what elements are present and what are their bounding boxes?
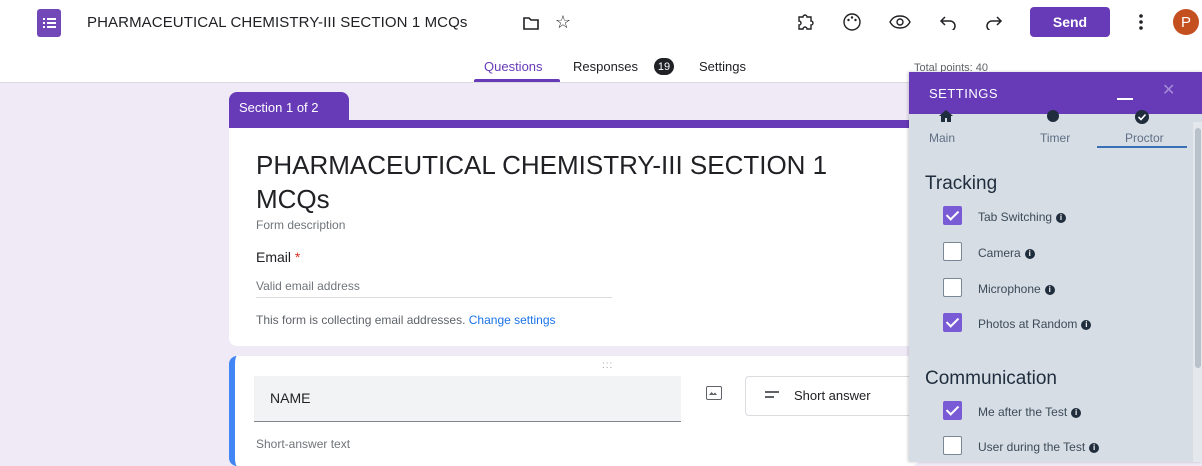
preview-eye-icon[interactable] [889,11,911,33]
folder-icon[interactable] [523,15,539,31]
tab-switching-checkbox[interactable] [943,206,962,225]
camera-text: Camera [978,246,1021,260]
add-image-icon[interactable] [706,386,722,400]
camera-label: Camera i [978,246,1035,260]
form-description[interactable]: Form description [256,218,345,232]
drag-handle[interactable]: ::: [602,360,613,371]
collecting-notice: This form is collecting email addresses.… [256,313,556,327]
me-after-test-checkbox[interactable] [943,401,962,420]
info-icon[interactable]: i [1024,248,1035,259]
me-after-test-text: Me after the Test [978,405,1068,419]
document-title[interactable]: PHARMACEUTICAL CHEMISTRY-III SECTION 1 M… [87,14,467,31]
short-answer-placeholder: Short-answer text [256,437,351,451]
settings-tab-timer[interactable]: Timer [1040,131,1070,145]
photos-at-random-text: Photos at Random [978,317,1078,331]
microphone-text: Microphone [978,282,1041,296]
more-options-icon[interactable] [1135,10,1147,34]
info-icon[interactable]: i [1081,319,1092,330]
collecting-text: This form is collecting email addresses. [256,313,466,327]
user-during-test-text: User during the Test [978,440,1086,454]
me-after-test-label: Me after the Test i [978,405,1082,419]
info-icon[interactable] [1047,110,1059,125]
responses-count-badge: 19 [654,58,674,75]
info-icon[interactable]: i [1056,212,1067,223]
email-field-underline [256,297,612,298]
active-tab-indicator [474,79,560,82]
short-answer-icon [765,391,779,400]
info-icon[interactable]: i [1071,407,1082,418]
communication-heading: Communication [925,368,1057,389]
settings-tab-main[interactable]: Main [929,131,955,145]
user-during-test-checkbox[interactable] [943,436,962,455]
check-circle-icon[interactable] [1135,110,1149,127]
active-settings-tab-indicator [1097,146,1187,148]
customize-theme-icon[interactable] [795,11,817,33]
email-label: Email * [256,249,300,265]
microphone-label: Microphone i [978,282,1055,296]
settings-panel-title: SETTINGS [929,86,999,101]
close-icon[interactable]: ✕ [1162,80,1175,100]
info-icon[interactable]: i [1089,442,1100,453]
send-button[interactable]: Send [1030,7,1110,37]
question-title[interactable]: NAME [270,390,310,406]
tab-settings[interactable]: Settings [699,59,746,74]
photos-at-random-checkbox[interactable] [943,313,962,332]
form-title[interactable]: PHARMACEUTICAL CHEMISTRY-III SECTION 1 M… [256,148,896,216]
email-label-text: Email [256,249,292,265]
forms-logo-icon[interactable] [37,9,61,37]
avatar[interactable]: P [1173,9,1199,35]
settings-tab-proctor[interactable]: Proctor [1125,131,1164,145]
star-icon[interactable]: ☆ [554,12,572,32]
microphone-checkbox[interactable] [943,278,962,297]
info-icon[interactable]: i [1044,284,1055,295]
photos-at-random-label: Photos at Random i [978,317,1092,331]
tab-switching-label: Tab Switching i [978,210,1067,224]
question-type-label: Short answer [794,388,871,403]
change-settings-link[interactable]: Change settings [469,313,556,327]
required-asterisk: * [294,249,301,265]
tracking-heading: Tracking [925,173,998,194]
question-title-field[interactable] [254,376,681,422]
minimize-icon[interactable] [1117,98,1133,100]
undo-icon[interactable] [938,11,958,33]
camera-checkbox[interactable] [943,242,962,261]
tab-switching-text: Tab Switching [978,210,1053,224]
redo-icon[interactable] [984,11,1004,33]
section-indicator: Section 1 of 2 [229,92,349,122]
home-icon[interactable] [939,110,953,125]
email-field[interactable]: Valid email address [256,279,360,293]
palette-icon[interactable] [841,11,863,33]
tab-responses[interactable]: Responses [573,59,638,74]
tab-questions[interactable]: Questions [484,59,543,74]
scrollbar-thumb[interactable] [1195,128,1201,368]
user-during-test-label: User during the Test i [978,440,1100,454]
